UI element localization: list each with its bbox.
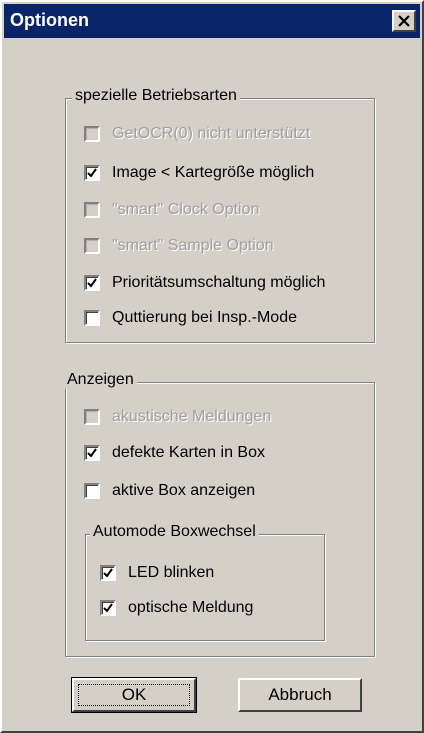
checkbox-label: Quttierung bei Insp.-Mode	[112, 309, 297, 326]
group-automode-label: Automode Boxwechsel	[90, 523, 259, 541]
checkbox-box[interactable]	[84, 310, 100, 326]
focus-rect	[78, 684, 190, 706]
checkbox-label: GetOCR(0) nicht unterstützt	[112, 125, 311, 142]
checkbox-label: aktive Box anzeigen	[112, 482, 256, 499]
checkbox-box[interactable]	[84, 445, 100, 461]
group-automode: Automode Boxwechsel	[85, 523, 325, 641]
checkbox-label: "smart" Clock Option	[112, 201, 260, 218]
checkbox-label: akustische Meldungen	[112, 408, 272, 425]
checkbox-box	[84, 409, 100, 425]
checkmark-icon	[87, 448, 97, 458]
checkbox-prioritaetsumschaltung[interactable]: Prioritätsumschaltung möglich	[84, 272, 325, 294]
close-icon	[398, 15, 410, 27]
checkbox-image-kartegroesse[interactable]: Image < Kartegröße möglich	[84, 162, 314, 184]
checkmark-icon	[103, 568, 113, 578]
checkbox-label: defekte Karten in Box	[112, 444, 265, 461]
checkbox-smart-clock: "smart" Clock Option	[84, 199, 259, 221]
checkbox-box	[84, 126, 100, 142]
cancel-button[interactable]: Abbruch	[238, 678, 362, 712]
options-dialog: Optionen spezielle Betriebsarten GetOCR(…	[0, 0, 424, 733]
window-title: Optionen	[10, 10, 89, 30]
checkbox-label: Prioritätsumschaltung möglich	[112, 274, 326, 291]
checkbox-box[interactable]	[84, 483, 100, 499]
checkbox-box[interactable]	[100, 600, 116, 616]
checkbox-defekte-karten[interactable]: defekte Karten in Box	[84, 442, 265, 464]
checkbox-box[interactable]	[100, 565, 116, 581]
checkbox-led-blinken[interactable]: LED blinken	[100, 562, 214, 584]
checkbox-optische-meldung[interactable]: optische Meldung	[100, 597, 253, 619]
group-betriebsarten-label: spezielle Betriebsarten	[72, 87, 240, 105]
title-bar[interactable]: Optionen	[4, 4, 420, 38]
group-anzeigen-label: Anzeigen	[64, 371, 137, 389]
checkmark-icon	[87, 168, 97, 178]
checkbox-box[interactable]	[84, 275, 100, 291]
cancel-button-label: Abbruch	[268, 685, 332, 704]
checkbox-box	[84, 202, 100, 218]
ok-button[interactable]: OK	[71, 677, 197, 713]
checkbox-smart-sample: "smart" Sample Option	[84, 235, 274, 257]
checkmark-icon	[87, 278, 97, 288]
checkbox-box[interactable]	[84, 165, 100, 181]
checkbox-akustische-meldungen: akustische Meldungen	[84, 406, 271, 428]
checkbox-label: "smart" Sample Option	[112, 237, 274, 254]
checkbox-label: optische Meldung	[128, 599, 254, 616]
checkmark-icon	[103, 603, 113, 613]
checkbox-box	[84, 238, 100, 254]
checkbox-getocr: GetOCR(0) nicht unterstützt	[84, 123, 310, 145]
checkbox-aktive-box[interactable]: aktive Box anzeigen	[84, 480, 255, 502]
checkbox-label: LED blinken	[128, 564, 215, 581]
checkbox-quttierung[interactable]: Quttierung bei Insp.-Mode	[84, 307, 297, 329]
close-button[interactable]	[392, 10, 416, 32]
checkbox-label: Image < Kartegröße möglich	[112, 164, 315, 181]
